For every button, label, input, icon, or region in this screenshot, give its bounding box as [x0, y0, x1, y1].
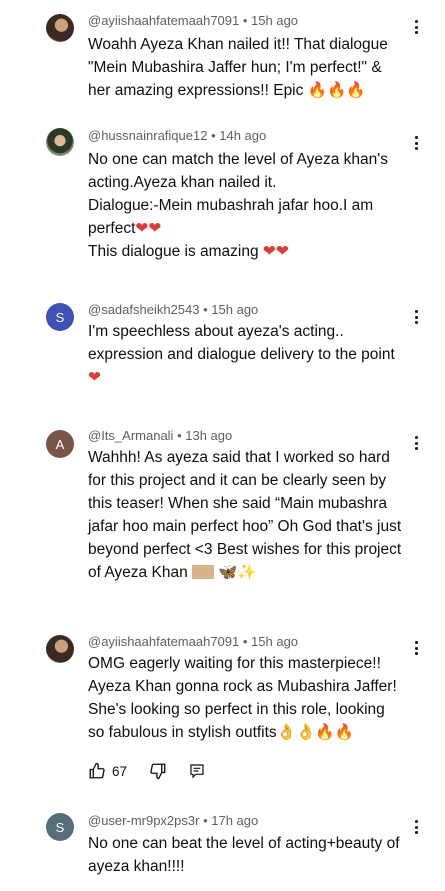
thumb-down-icon — [150, 763, 166, 780]
comment-text: No one can match the level of Ayeza khan… — [88, 151, 388, 260]
comment-author[interactable]: @ayiishaahfatemaah7091 — [88, 13, 239, 28]
comment-text: OMG eagerly waiting for this masterpiece… — [88, 655, 397, 741]
thumb-up-icon — [89, 762, 105, 779]
avatar[interactable] — [46, 14, 74, 42]
comment-meta: @user-mr9px2ps3r • 17h ago — [88, 813, 259, 828]
like-button[interactable]: 67 — [88, 762, 127, 780]
comment-meta: @ayiishaahfatemaah7091 • 15h ago — [88, 13, 299, 28]
like-count: 67 — [112, 763, 128, 779]
comment-meta: @Its_Armanali • 13h ago — [88, 428, 233, 443]
comment-time: 15h ago — [251, 13, 299, 28]
comment-text: No one can beat the level of acting+beau… — [88, 835, 400, 875]
comment-author[interactable]: @ayiishaahfatemaah7091 — [88, 634, 239, 649]
avatar[interactable]: S — [46, 813, 74, 841]
skin-tone-emoji — [192, 565, 214, 579]
fire-emoji: 🔥🔥🔥 — [307, 81, 366, 99]
comment-time: 15h ago — [211, 302, 259, 317]
heart-emoji: ❤ — [88, 368, 101, 386]
comment-text: I'm speechless about ayeza's acting.. ex… — [88, 320, 418, 389]
comment-meta: @sadafsheikh2543 • 15h ago — [88, 302, 259, 317]
comment-author[interactable]: @hussnainrafique12 — [88, 128, 207, 143]
comment-time: 14h ago — [219, 128, 267, 143]
heart-emoji: ❤❤ — [135, 219, 162, 237]
avatar[interactable] — [46, 635, 74, 663]
comment-author[interactable]: @sadafsheikh2543 — [88, 302, 200, 317]
dislike-button[interactable] — [149, 762, 167, 780]
more-vert-icon[interactable] — [409, 20, 423, 34]
comment-meta: @hussnainrafique12 • 14h ago — [88, 128, 267, 143]
comment-time: 15h ago — [251, 634, 299, 649]
reply-button[interactable] — [189, 763, 205, 779]
comment-text: Woahh Ayeza Khan nailed it!! That dialog… — [88, 36, 388, 99]
reply-icon — [190, 764, 204, 779]
comment-author[interactable]: @user-mr9px2ps3r — [88, 813, 199, 828]
comment-meta: @ayiishaahfatemaah7091 • 15h ago — [88, 634, 299, 649]
heart-emoji: ❤❤ — [262, 242, 289, 260]
avatar[interactable]: S — [46, 303, 74, 331]
comment-text: Wahhh! As ayeza said that I worked so ha… — [88, 449, 402, 581]
butterfly-sparkles-emoji: 🦋✨ — [218, 563, 257, 581]
avatar[interactable] — [46, 128, 74, 156]
comment-author[interactable]: @Its_Armanali — [88, 428, 173, 443]
ok-hand-fire-emoji: 👌👌🔥🔥 — [276, 723, 354, 741]
comment-actions: 67 — [88, 759, 227, 783]
comment-time: 17h ago — [211, 813, 259, 828]
comment-time: 13h ago — [185, 428, 233, 443]
avatar[interactable]: A — [46, 430, 74, 458]
